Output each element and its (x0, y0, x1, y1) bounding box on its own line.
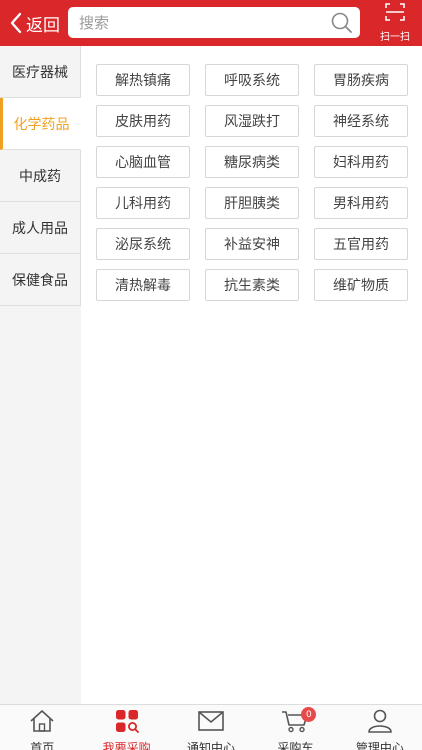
back-label: 返回 (26, 15, 60, 36)
subcategory-button[interactable]: 呼吸系统 (205, 64, 299, 96)
sidebar-item-chemical-drugs[interactable]: 化学药品 (0, 98, 81, 150)
subcategory-button[interactable]: 解热镇痛 (96, 64, 190, 96)
subcategory-button[interactable]: 胃肠疾病 (314, 64, 408, 96)
subcategory-button[interactable]: 肝胆胰类 (205, 187, 299, 219)
tab-home[interactable]: 首页 (0, 705, 84, 750)
scan-button[interactable]: 扫一扫 (368, 0, 422, 46)
sidebar-item-label: 保健食品 (12, 272, 68, 289)
search-icon[interactable] (330, 11, 354, 39)
sidebar-item-label: 中成药 (19, 168, 61, 185)
sidebar-item-chinese-medicine[interactable]: 中成药 (0, 150, 81, 202)
subcategory-button[interactable]: 妇科用药 (314, 146, 408, 178)
subcategory-button[interactable]: 维矿物质 (314, 269, 408, 301)
tab-label: 通知中心 (187, 741, 236, 750)
subcategory-button[interactable]: 心脑血管 (96, 146, 190, 178)
subcategory-button[interactable]: 糖尿病类 (205, 146, 299, 178)
sidebar-item-label: 化学药品 (13, 116, 70, 133)
subcategory-button[interactable]: 补益安神 (205, 228, 299, 260)
sidebar-item-adult-products[interactable]: 成人用品 (0, 202, 81, 254)
bottom-tab-bar: 首页 我要采购 通知中心 0 采购车 管理中心 (0, 704, 422, 750)
subcategory-button[interactable]: 皮肤用药 (96, 105, 190, 137)
top-bar: 返回 扫一扫 (0, 0, 422, 46)
scan-icon (385, 3, 405, 25)
subcategory-button[interactable]: 五官用药 (314, 228, 408, 260)
subcategory-panel: 解热镇痛 呼吸系统 胃肠疾病 皮肤用药 风湿跌打 神经系统 心脑血管 糖尿病类 … (81, 46, 422, 704)
tab-label: 首页 (30, 741, 55, 750)
subcategory-button[interactable]: 风湿跌打 (205, 105, 299, 137)
home-icon (29, 709, 55, 737)
tab-label: 管理中心 (355, 741, 404, 750)
subcategory-button[interactable]: 男科用药 (314, 187, 408, 219)
search-box[interactable] (68, 7, 360, 38)
tab-management[interactable]: 管理中心 (338, 705, 422, 750)
back-button[interactable]: 返回 (0, 0, 68, 46)
subcategory-grid: 解热镇痛 呼吸系统 胃肠疾病 皮肤用药 风湿跌打 神经系统 心脑血管 糖尿病类 … (96, 64, 408, 301)
sidebar-item-label: 医疗器械 (12, 64, 68, 81)
tab-label: 我要采购 (102, 741, 151, 750)
subcategory-button[interactable]: 儿科用药 (96, 187, 190, 219)
subcategory-button[interactable]: 清热解毒 (96, 269, 190, 301)
tab-purchase[interactable]: 我要采购 (84, 705, 168, 750)
subcategory-button[interactable]: 抗生素类 (205, 269, 299, 301)
sidebar-item-health-food[interactable]: 保健食品 (0, 254, 81, 306)
search-input[interactable] (79, 13, 319, 32)
subcategory-button[interactable]: 神经系统 (314, 105, 408, 137)
mail-icon (197, 709, 225, 737)
sidebar-item-medical-devices[interactable]: 医疗器械 (0, 46, 81, 98)
subcategory-button[interactable]: 泌尿系统 (96, 228, 190, 260)
chevron-left-icon (10, 12, 22, 34)
tab-notifications[interactable]: 通知中心 (169, 705, 253, 750)
tab-cart[interactable]: 0 采购车 (253, 705, 337, 750)
tab-label: 采购车 (277, 741, 314, 750)
scan-label: 扫一扫 (380, 32, 410, 43)
sidebar-item-label: 成人用品 (12, 220, 68, 237)
user-icon (367, 709, 393, 737)
cart-count-badge: 0 (301, 707, 317, 722)
category-sidebar: 医疗器械 化学药品 中成药 成人用品 保健食品 (0, 46, 81, 704)
purchase-icon (114, 709, 140, 737)
